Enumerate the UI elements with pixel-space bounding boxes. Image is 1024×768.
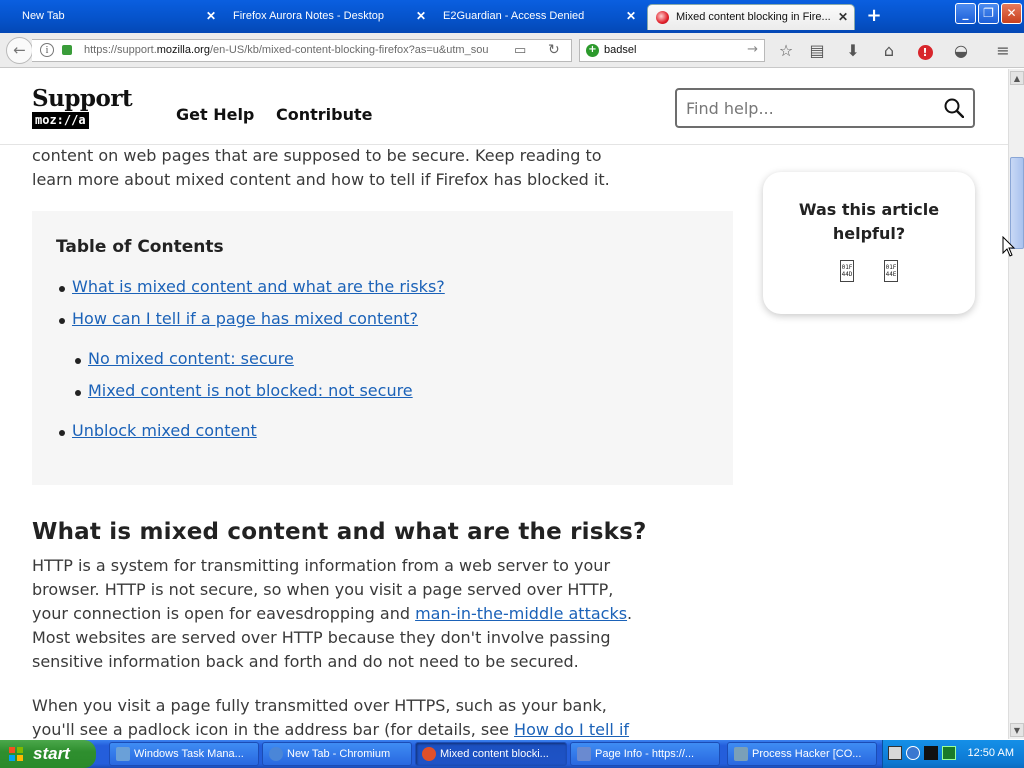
expand-tray-icon[interactable] — [906, 746, 920, 760]
tab-aurora-notes[interactable]: Firefox Aurora Notes - Desktop ✕ — [212, 4, 432, 30]
process-graph-icon[interactable] — [942, 746, 956, 760]
toc-title: Table of Contents — [56, 237, 224, 257]
tab-e2guardian[interactable]: E2Guardian - Access Denied ✕ — [422, 4, 642, 30]
url-text[interactable]: https://support.mozilla.org/en-US/kb/mix… — [84, 44, 494, 56]
page-info-icon — [577, 747, 591, 761]
search-icon[interactable] — [944, 98, 964, 118]
task-chromium[interactable]: New Tab - Chromium — [262, 742, 412, 766]
mitm-attacks-link[interactable]: man-in-the-middle attacks — [415, 604, 627, 623]
tab-new-tab[interactable]: New Tab ✕ — [0, 4, 222, 30]
firefox-icon — [422, 747, 436, 761]
bullet — [59, 430, 65, 436]
toc-link-not-blocked[interactable]: Mixed content is not blocked: not secure — [88, 381, 413, 400]
reader-view-icon[interactable]: ▭ — [514, 43, 526, 58]
windows-taskbar: start Windows Task Mana... New Tab - Chr… — [0, 740, 1024, 768]
task-windows-task-manager[interactable]: Windows Task Mana... — [109, 742, 259, 766]
http-paragraph: HTTP is a system for transmitting inform… — [32, 556, 633, 671]
tab-close-icon[interactable]: ✕ — [838, 5, 848, 29]
hamburger-menu-icon[interactable]: ≡ — [993, 41, 1013, 61]
site-header: Support moz://a Get Help Contribute Find… — [0, 69, 1008, 145]
nav-get-help[interactable]: Get Help — [176, 105, 254, 124]
tab-mixed-content[interactable]: Mixed content blocking in Fire... ✕ — [647, 4, 855, 30]
process-hacker-icon — [734, 747, 748, 761]
thumbs-up-icon[interactable]: 01F 44D — [840, 260, 854, 282]
minimize-button[interactable]: _ — [955, 3, 976, 24]
vertical-scrollbar[interactable]: ▲ ▼ — [1008, 69, 1024, 739]
new-tab-plus-icon[interactable]: + — [864, 6, 884, 26]
tab-close-icon[interactable]: ✕ — [626, 4, 636, 28]
web-page: Support moz://a Get Help Contribute Find… — [0, 69, 1008, 739]
keyboard-icon[interactable] — [888, 746, 902, 760]
start-button[interactable]: start — [0, 740, 96, 768]
search-engine-icon[interactable]: + — [586, 44, 599, 57]
tab-label: Mixed content blocking in Fire... — [676, 11, 831, 23]
close-window-button[interactable]: ✕ — [1001, 3, 1022, 24]
bullet — [59, 318, 65, 324]
navigation-toolbar: ← i https://support.mozilla.org/en-US/kb… — [0, 33, 1024, 68]
clock: 12:50 AM — [967, 747, 1014, 759]
mouse-cursor-icon — [1002, 236, 1016, 257]
helpful-question: Was this article helpful? — [798, 200, 940, 243]
tab-label: New Tab — [22, 10, 65, 22]
task-page-info[interactable]: Page Info - https://... — [570, 742, 720, 766]
bullet — [59, 286, 65, 292]
intro-paragraph: content on web pages that are supposed t… — [32, 146, 610, 189]
section-heading: What is mixed content and what are the r… — [32, 519, 647, 545]
chromium-icon — [269, 747, 283, 761]
tab-label: E2Guardian - Access Denied — [443, 10, 585, 22]
https-paragraph: When you visit a page fully transmitted … — [32, 694, 642, 739]
bookmark-star-icon[interactable]: ☆ — [776, 41, 796, 61]
bullet — [75, 390, 81, 396]
console-icon[interactable] — [924, 746, 938, 760]
task-firefox-mixed-content[interactable]: Mixed content blocki... — [415, 742, 567, 766]
info-icon[interactable]: i — [40, 43, 54, 57]
helpful-feedback-card: Was this article helpful? 01F 44D 01F 44… — [763, 172, 975, 314]
find-help-placeholder: Find help... — [686, 99, 774, 118]
table-of-contents: Table of Contents What is mixed content … — [32, 211, 733, 485]
toc-link-how-can-i-tell[interactable]: How can I tell if a page has mixed conte… — [72, 309, 418, 328]
toc-link-no-mixed-content[interactable]: No mixed content: secure — [88, 349, 294, 368]
search-go-arrow-icon[interactable]: → — [747, 42, 758, 57]
system-tray: 12:50 AM — [882, 740, 1024, 768]
toc-link-what-is-mixed-content[interactable]: What is mixed content and what are the r… — [72, 277, 445, 296]
home-icon[interactable]: ⌂ — [879, 41, 899, 61]
start-label: start — [33, 744, 70, 763]
browser-tab-bar: New Tab ✕ Firefox Aurora Notes - Desktop… — [0, 0, 1024, 33]
scroll-up-arrow-icon[interactable]: ▲ — [1010, 71, 1024, 85]
search-bar[interactable]: + badsel → — [579, 39, 765, 62]
reload-icon[interactable]: ↻ — [548, 42, 560, 58]
downloads-icon[interactable]: ⬇ — [843, 41, 863, 61]
alert-addon-icon[interactable]: ! — [915, 41, 935, 61]
back-arrow-icon[interactable]: ← — [6, 37, 33, 64]
support-logo[interactable]: Support — [32, 85, 133, 112]
bullet — [75, 358, 81, 364]
maximize-button[interactable]: ❐ — [978, 3, 999, 24]
scroll-down-arrow-icon[interactable]: ▼ — [1010, 723, 1024, 737]
search-bar-value[interactable]: badsel — [604, 44, 636, 56]
padlock-icon[interactable] — [62, 45, 72, 55]
nav-contribute[interactable]: Contribute — [276, 105, 373, 124]
mozilla-logo[interactable]: moz://a — [32, 112, 89, 129]
windows-flag-icon — [9, 747, 23, 761]
bookmarks-library-icon[interactable]: ▤ — [807, 41, 827, 61]
toc-link-unblock[interactable]: Unblock mixed content — [72, 421, 257, 440]
pocket-icon[interactable]: ◒ — [951, 41, 971, 61]
firefox-favicon-icon — [656, 11, 669, 24]
task-manager-icon — [116, 747, 130, 761]
find-help-search-input[interactable]: Find help... — [675, 88, 975, 128]
thumbs-down-icon[interactable]: 01F 44E — [884, 260, 898, 282]
url-bar[interactable]: i https://support.mozilla.org/en-US/kb/m… — [32, 39, 572, 62]
task-process-hacker[interactable]: Process Hacker [CO... — [727, 742, 877, 766]
tab-label: Firefox Aurora Notes - Desktop — [233, 10, 385, 22]
